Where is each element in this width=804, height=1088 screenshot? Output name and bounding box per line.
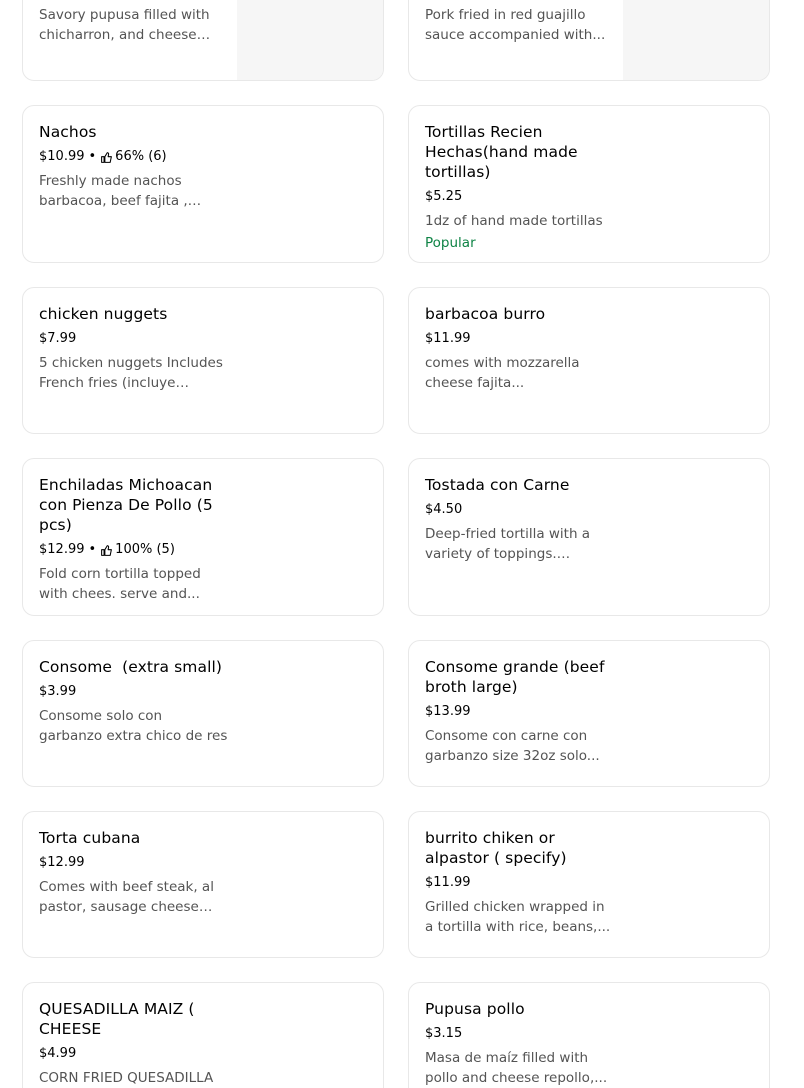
item-meta: $12.99 xyxy=(39,853,229,873)
item-description: Freshly made nachos barbacoa, beef fajit… xyxy=(39,173,188,209)
separator: • xyxy=(88,149,97,164)
item-description: Consome solo con garbanzo extra chico de… xyxy=(39,708,228,744)
thumbs-up-icon xyxy=(101,544,113,556)
item-description: 1dz of hand made tortillas xyxy=(425,213,603,229)
item-title: Consome (extra small) xyxy=(39,658,223,676)
menu-item-card[interactable]: Savory pupusa filled with chicharron, an… xyxy=(22,0,384,81)
menu-item-card[interactable]: Torta cubana $12.99 Comes with beef stea… xyxy=(22,811,384,958)
item-rating: 100% (5) xyxy=(115,542,175,557)
item-description: Savory pupusa filled with chicharron, an… xyxy=(39,7,210,43)
item-title: Enchiladas Michoacan con Pienza De Pollo… xyxy=(39,476,213,534)
menu-item-card[interactable]: Nachos $10.99 • 66% (6) Freshly made nac… xyxy=(22,105,384,263)
menu-item-card[interactable]: Pork fried in red guajillo sauce accompa… xyxy=(408,0,770,81)
item-meta: $7.99 xyxy=(39,329,229,349)
popular-badge: Popular xyxy=(425,235,476,251)
item-description: comes with mozzarella cheese fajita... xyxy=(425,355,580,391)
item-image-placeholder xyxy=(237,0,383,80)
item-price: $11.99 xyxy=(425,331,471,346)
item-price: $12.99 xyxy=(39,855,85,870)
item-description: Grilled chicken wrapped in a tortilla wi… xyxy=(425,899,611,935)
item-meta: $13.99 xyxy=(425,702,615,722)
item-description: Masa de maíz filled with pollo and chees… xyxy=(425,1050,608,1086)
item-price: $4.50 xyxy=(425,502,463,517)
item-meta: $10.99 • 66% (6) xyxy=(39,147,229,167)
item-title: Tortillas Recien Hechas(hand made tortil… xyxy=(425,123,578,181)
menu-item-card[interactable]: Tortillas Recien Hechas(hand made tortil… xyxy=(408,105,770,263)
item-description: Consome con carne con garbanzo size 32oz… xyxy=(425,728,600,764)
item-description: CORN FRIED QUESADILLA xyxy=(39,1070,214,1086)
item-price: $7.99 xyxy=(39,331,77,346)
item-meta: $11.99 xyxy=(425,873,615,893)
menu-item-card[interactable]: chicken nuggets $7.99 5 chicken nuggets … xyxy=(22,287,384,434)
item-rating: 66% (6) xyxy=(115,149,167,164)
item-title: Pupusa pollo xyxy=(425,1000,525,1018)
item-meta: $4.50 xyxy=(425,500,615,520)
item-price: $3.99 xyxy=(39,684,77,699)
item-title: chicken nuggets xyxy=(39,305,168,323)
item-price: $13.99 xyxy=(425,704,471,719)
item-meta: $3.99 xyxy=(39,682,229,702)
item-price: $4.99 xyxy=(39,1046,77,1061)
item-description: 5 chicken nuggets Includes French fries … xyxy=(39,355,223,391)
item-description: Comes with beef steak, al pastor, sausag… xyxy=(39,879,214,915)
item-meta: $11.99 xyxy=(425,329,615,349)
separator: • xyxy=(88,542,97,557)
item-title: Nachos xyxy=(39,123,97,141)
item-price: $3.15 xyxy=(425,1026,463,1041)
item-title: burrito chiken or alpastor ( specify) xyxy=(425,829,567,867)
menu-item-card[interactable]: Consome (extra small) $3.99 Consome solo… xyxy=(22,640,384,787)
menu-item-card[interactable]: Consome grande (beef broth large) $13.99… xyxy=(408,640,770,787)
menu-item-card[interactable]: Tostada con Carne $4.50 Deep-fried torti… xyxy=(408,458,770,616)
item-meta: $12.99 • 100% (5) xyxy=(39,540,229,560)
menu-item-card[interactable]: burrito chiken or alpastor ( specify) $1… xyxy=(408,811,770,958)
item-title: barbacoa burro xyxy=(425,305,546,323)
item-title: Tostada con Carne xyxy=(425,476,570,494)
menu-item-card[interactable]: barbacoa burro $11.99 comes with mozzare… xyxy=(408,287,770,434)
item-price: $5.25 xyxy=(425,189,463,204)
menu-item-card[interactable]: Pupusa pollo $3.15 Masa de maíz filled w… xyxy=(408,982,770,1088)
item-description: Fold corn tortilla topped with chees. se… xyxy=(39,566,201,602)
item-description: Pork fried in red guajillo sauce accompa… xyxy=(425,7,606,43)
item-price: $10.99 xyxy=(39,149,85,164)
item-meta: $5.25 xyxy=(425,187,615,207)
thumbs-up-icon xyxy=(101,151,113,163)
menu-item-card[interactable]: QUESADILLA MAIZ ( CHEESE $4.99 CORN FRIE… xyxy=(22,982,384,1088)
item-price: $12.99 xyxy=(39,542,85,557)
item-meta: $3.15 xyxy=(425,1024,615,1044)
item-meta: $4.99 xyxy=(39,1044,229,1064)
item-title: QUESADILLA MAIZ ( CHEESE xyxy=(39,1000,195,1038)
item-price: $11.99 xyxy=(425,875,471,890)
item-image-placeholder xyxy=(623,0,769,80)
menu-item-card[interactable]: Enchiladas Michoacan con Pienza De Pollo… xyxy=(22,458,384,616)
item-title: Torta cubana xyxy=(39,829,141,847)
item-description: Deep-fried tortilla with a variety of to… xyxy=(425,526,591,562)
item-title: Consome grande (beef broth large) xyxy=(425,658,605,696)
